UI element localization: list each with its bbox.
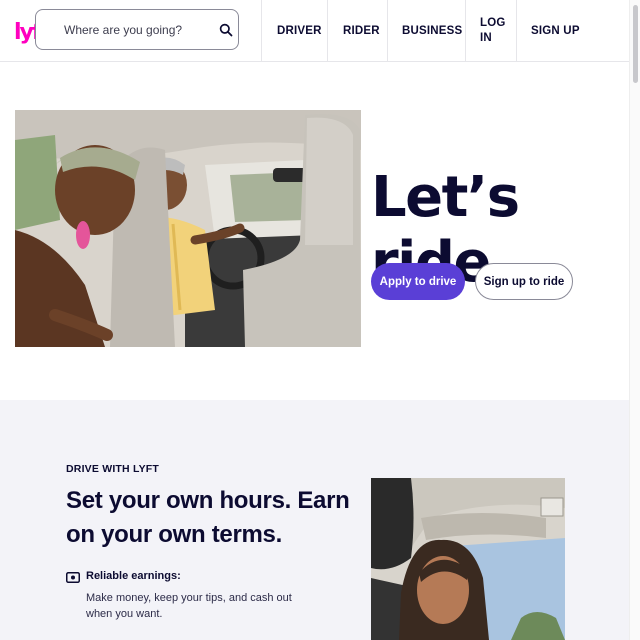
nav-business[interactable]: BUSINESS (387, 0, 465, 61)
feature-description: Make money, keep your tips, and cash out… (86, 592, 292, 620)
driver-woman-image (371, 478, 565, 640)
nav-driver[interactable]: DRIVER (261, 0, 327, 61)
nav-rider[interactable]: RIDER (327, 0, 387, 61)
cash-icon (66, 572, 80, 583)
nav-login[interactable]: LOG IN (465, 0, 516, 61)
search-box[interactable] (35, 9, 239, 50)
nav-signup[interactable]: SIGN UP (516, 0, 630, 61)
search-input[interactable] (64, 20, 214, 40)
page-scrollbar[interactable] (629, 0, 640, 640)
search-icon[interactable] (219, 23, 233, 37)
hero-photo (15, 110, 361, 347)
section-title: Set your own hours. Earn on your own ter… (66, 487, 350, 548)
hero-car-interior-image (15, 110, 361, 347)
nav-login-label[interactable]: LOG IN (480, 16, 506, 46)
site-header: lyft DRIVER RIDER BUSINESS LOG IN SIGN U… (0, 0, 630, 62)
sign-up-to-ride-button[interactable]: Sign up to ride (475, 263, 573, 300)
scrollbar-thumb[interactable] (633, 5, 638, 83)
drive-section: DRIVE WITH LYFT Set your own hours. Earn… (0, 400, 630, 640)
feature-title: Reliable earnings: (86, 570, 181, 582)
driver-photo (371, 478, 565, 640)
section-eyebrow: DRIVE WITH LYFT (66, 463, 160, 475)
apply-to-drive-button[interactable]: Apply to drive (371, 263, 465, 300)
